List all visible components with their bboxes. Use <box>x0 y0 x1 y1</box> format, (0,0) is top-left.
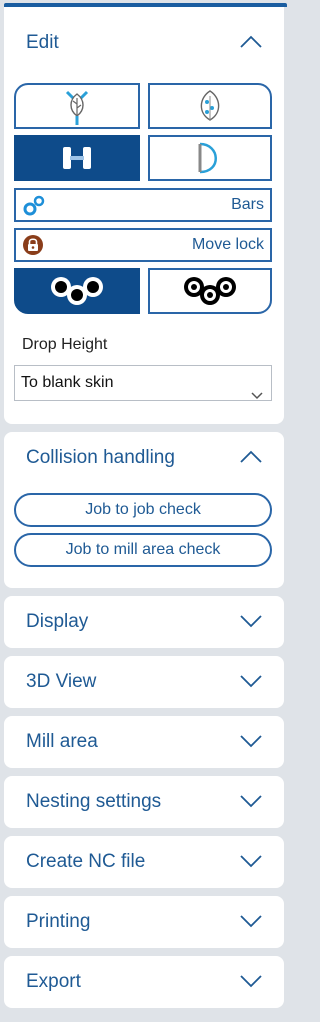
chevron-down-icon <box>251 379 263 413</box>
job-to-job-check-button[interactable]: Job to job check <box>14 493 272 527</box>
bars-clamp-icon <box>63 147 91 169</box>
circles-outline-button[interactable] <box>148 268 272 314</box>
drop-height-label: Drop Height <box>22 336 108 353</box>
d-shape-icon <box>198 142 217 174</box>
circles-filled-button[interactable] <box>14 268 140 314</box>
gear-pair-icon <box>22 195 46 228</box>
collision-panel: Collision handling Job to job check Job … <box>4 432 284 588</box>
create-nc-file-title: Create NC file <box>26 851 146 872</box>
export-panel[interactable]: Export <box>4 956 284 1008</box>
display-title: Display <box>26 611 89 632</box>
edit-title: Edit <box>26 32 59 53</box>
leaf-tool-button[interactable] <box>148 83 272 129</box>
printing-panel[interactable]: Printing <box>4 896 284 948</box>
display-panel[interactable]: Display <box>4 596 284 648</box>
tree-sprout-icon <box>65 90 89 125</box>
create-nc-file-panel[interactable]: Create NC file <box>4 836 284 888</box>
collision-header[interactable]: Collision handling <box>4 432 284 484</box>
three-circles-icon <box>51 277 103 305</box>
leaf-icon <box>200 90 220 121</box>
d-shape-tool-button[interactable] <box>148 135 272 181</box>
nesting-settings-title: Nesting settings <box>26 791 162 812</box>
chevron-down-icon[interactable] <box>240 734 262 748</box>
chevron-down-icon[interactable] <box>240 614 262 628</box>
chevron-down-icon[interactable] <box>240 674 262 688</box>
bars-button[interactable]: Bars <box>14 188 272 222</box>
edit-panel: Edit Bars Move lock Drop Height To blank… <box>4 7 284 424</box>
printing-title: Printing <box>26 911 91 932</box>
mill-area-panel[interactable]: Mill area <box>4 716 284 768</box>
move-lock-button[interactable]: Move lock <box>14 228 272 262</box>
edit-header[interactable]: Edit <box>4 7 284 75</box>
export-title: Export <box>26 971 81 992</box>
drop-height-value: To blank skin <box>21 374 114 391</box>
chevron-down-icon[interactable] <box>240 974 262 988</box>
drop-height-select[interactable]: To blank skin <box>14 365 272 401</box>
sprout-tool-button[interactable] <box>14 83 140 129</box>
chevron-down-icon[interactable] <box>240 794 262 808</box>
bars-label: Bars <box>231 196 264 213</box>
three-circles-outline-icon <box>184 277 236 305</box>
chevron-up-icon[interactable] <box>240 450 262 464</box>
mill-area-title: Mill area <box>26 731 98 752</box>
collision-title: Collision handling <box>26 447 175 468</box>
chevron-down-icon[interactable] <box>240 914 262 928</box>
3d-view-title: 3D View <box>26 671 97 692</box>
chevron-up-icon[interactable] <box>240 35 262 49</box>
clamp-tool-button[interactable] <box>14 135 140 181</box>
3d-view-panel[interactable]: 3D View <box>4 656 284 708</box>
padlock-icon <box>22 234 44 267</box>
chevron-down-icon[interactable] <box>240 854 262 868</box>
nesting-settings-panel[interactable]: Nesting settings <box>4 776 284 828</box>
move-lock-label: Move lock <box>191 236 264 253</box>
job-to-mill-area-check-button[interactable]: Job to mill area check <box>14 533 272 567</box>
